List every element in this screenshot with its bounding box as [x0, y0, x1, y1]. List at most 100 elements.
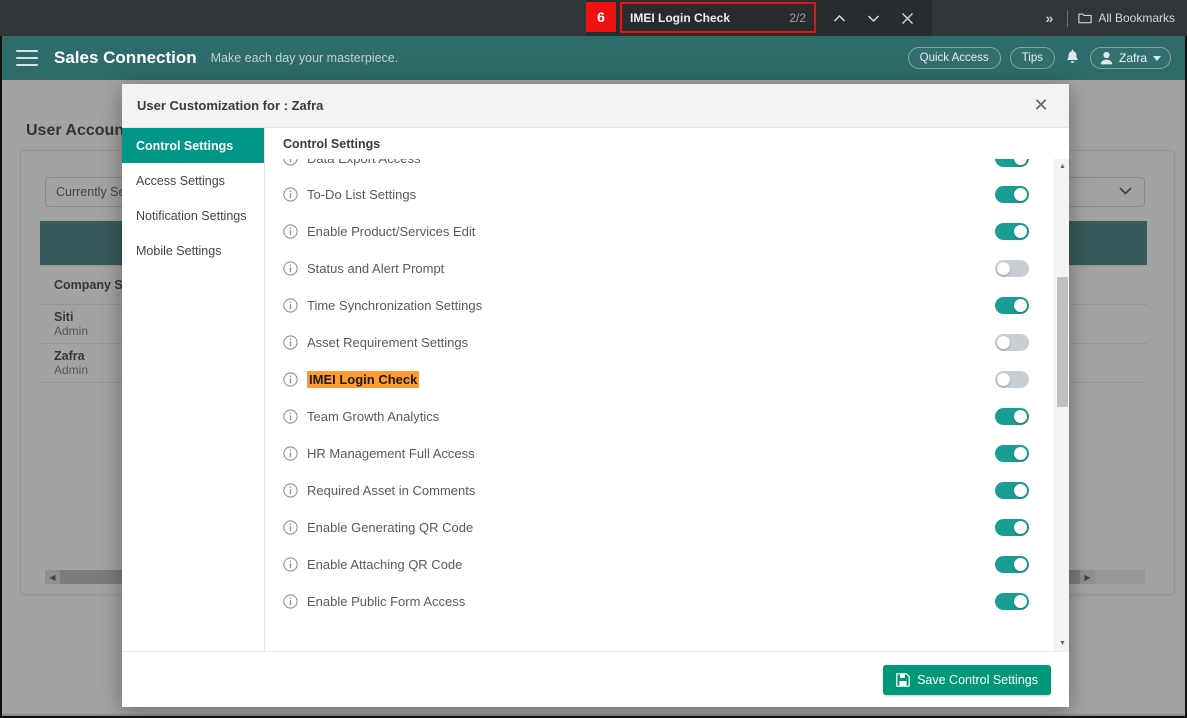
find-previous-button[interactable] — [824, 3, 854, 33]
setting-label: Enable Public Form Access — [307, 594, 466, 609]
setting-label: To-Do List Settings — [307, 187, 417, 202]
find-search-input[interactable]: IMEI Login Check — [630, 11, 789, 25]
find-input-highlighted[interactable]: IMEI Login Check 2/2 — [620, 2, 816, 33]
info-circle-icon[interactable] — [283, 187, 298, 202]
toggle-knob — [1014, 484, 1027, 497]
setting-row-status-and-alert-prompt[interactable]: Status and Alert Prompt — [265, 250, 1049, 287]
setting-toggle[interactable] — [995, 593, 1029, 610]
find-bar-controls — [824, 0, 922, 36]
scroll-down-button[interactable]: ▼ — [1055, 636, 1069, 651]
setting-row-required-asset-in-comments[interactable]: Required Asset in Comments — [265, 472, 1049, 509]
setting-label: Enable Product/Services Edit — [307, 224, 476, 239]
setting-toggle[interactable] — [995, 445, 1029, 462]
info-circle-icon[interactable] — [283, 298, 298, 313]
setting-toggle[interactable] — [995, 371, 1029, 388]
setting-toggle[interactable] — [995, 556, 1029, 573]
setting-label: Asset Requirement Settings — [307, 335, 469, 350]
tab-access-settings[interactable]: Access Settings — [122, 163, 264, 198]
toggle-knob — [1014, 410, 1027, 423]
all-bookmarks-label: All Bookmarks — [1098, 11, 1175, 25]
scroll-up-button[interactable]: ▲ — [1055, 159, 1069, 174]
setting-toggle[interactable] — [995, 482, 1029, 499]
chevron-down-icon — [1153, 55, 1161, 61]
setting-label: Enable Generating QR Code — [307, 520, 474, 535]
divider — [1067, 9, 1069, 27]
setting-row-hr-management-full-access[interactable]: HR Management Full Access — [265, 435, 1049, 472]
bell-icon[interactable] — [1064, 49, 1081, 67]
tips-button[interactable]: Tips — [1009, 47, 1055, 69]
setting-label: Required Asset in Comments — [307, 483, 476, 498]
setting-label: Team Growth Analytics — [307, 409, 440, 424]
settings-tab-list: Control Settings Access Settings Notific… — [122, 128, 265, 651]
setting-row-enable-attaching-qr-code[interactable]: Enable Attaching QR Code — [265, 546, 1049, 583]
setting-toggle[interactable] — [995, 159, 1029, 167]
info-circle-icon[interactable] — [283, 557, 298, 572]
setting-row-enable-public-form-access[interactable]: Enable Public Form Access — [265, 583, 1049, 620]
toggle-knob — [1014, 558, 1027, 571]
setting-row-to-do-list-settings[interactable]: To-Do List Settings — [265, 176, 1049, 213]
setting-toggle[interactable] — [995, 186, 1029, 203]
info-circle-icon[interactable] — [283, 594, 298, 609]
modal-close-button[interactable]: ✕ — [1027, 92, 1055, 120]
setting-row-imei-login-check[interactable]: IMEI Login Check — [265, 361, 1049, 398]
app-header: Sales Connection Make each day your mast… — [2, 36, 1185, 80]
info-circle-icon[interactable] — [283, 520, 298, 535]
setting-row-data-export-access[interactable]: Data Export Access — [265, 159, 1049, 176]
tab-mobile-settings[interactable]: Mobile Settings — [122, 233, 264, 268]
find-close-button[interactable] — [892, 3, 922, 33]
setting-label: Status and Alert Prompt — [307, 261, 445, 276]
settings-section-heading: Control Settings — [283, 137, 381, 151]
info-circle-icon[interactable] — [283, 224, 298, 239]
info-circle-icon[interactable] — [283, 261, 298, 276]
setting-row-enable-generating-qr-code[interactable]: Enable Generating QR Code — [265, 509, 1049, 546]
info-circle-icon[interactable] — [283, 446, 298, 461]
info-circle-icon[interactable] — [283, 483, 298, 498]
toggle-knob — [997, 336, 1010, 349]
tab-notification-settings[interactable]: Notification Settings — [122, 198, 264, 233]
setting-row-team-growth-analytics[interactable]: Team Growth Analytics — [265, 398, 1049, 435]
setting-toggle[interactable] — [995, 334, 1029, 351]
toggle-knob — [997, 373, 1010, 386]
vscroll-thumb[interactable] — [1057, 277, 1068, 407]
application-window: User Account Currently Selected Fe ectio… — [0, 36, 1187, 718]
modal-header: User Customization for : Zafra ✕ — [122, 84, 1069, 128]
toggle-knob — [1014, 521, 1027, 534]
tab-control-settings[interactable]: Control Settings — [122, 128, 264, 163]
info-circle-icon[interactable] — [283, 409, 298, 424]
header-actions: Quick Access Tips Zafra — [907, 47, 1171, 69]
user-menu-button[interactable]: Zafra — [1089, 47, 1171, 69]
setting-row-enable-product-services-edit[interactable]: Enable Product/Services Edit — [265, 213, 1049, 250]
modal-body: Control Settings Access Settings Notific… — [122, 128, 1069, 651]
setting-label: HR Management Full Access — [307, 446, 475, 461]
toggle-knob — [1014, 447, 1027, 460]
setting-toggle[interactable] — [995, 519, 1029, 536]
hamburger-menu-icon[interactable] — [16, 50, 38, 66]
setting-toggle[interactable] — [995, 408, 1029, 425]
setting-toggle[interactable] — [995, 260, 1029, 277]
toggle-knob — [1014, 188, 1027, 201]
setting-row-asset-requirement-settings[interactable]: Asset Requirement Settings — [265, 324, 1049, 361]
close-icon — [901, 12, 913, 24]
bookmarks-bar-right: » All Bookmarks — [925, 0, 1187, 36]
save-button-label: Save Control Settings — [917, 672, 1038, 687]
toggle-knob — [1014, 299, 1027, 312]
annotation-step-badge: 6 — [586, 2, 616, 32]
info-circle-icon[interactable] — [283, 335, 298, 350]
find-match-count: 2/2 — [789, 10, 806, 25]
brand-tagline: Make each day your masterpiece. — [210, 51, 399, 65]
save-control-settings-button[interactable]: Save Control Settings — [883, 664, 1051, 695]
all-bookmarks-button[interactable]: All Bookmarks — [1078, 11, 1175, 25]
setting-toggle[interactable] — [995, 297, 1029, 314]
user-avatar-icon — [1100, 51, 1113, 65]
user-name-label: Zafra — [1118, 51, 1147, 65]
chevron-double-right-icon[interactable]: » — [1040, 10, 1058, 26]
setting-row-time-synchronization-settings[interactable]: Time Synchronization Settings — [265, 287, 1049, 324]
settings-vertical-scrollbar[interactable]: ▲ ▼ — [1054, 159, 1069, 651]
quick-access-button[interactable]: Quick Access — [907, 47, 1001, 69]
setting-toggle[interactable] — [995, 223, 1029, 240]
setting-label: Enable Attaching QR Code — [307, 557, 463, 572]
modal-title: User Customization for : Zafra — [137, 98, 324, 113]
find-next-button[interactable] — [858, 3, 888, 33]
info-circle-icon[interactable] — [283, 372, 298, 387]
info-circle-icon[interactable] — [283, 159, 298, 166]
